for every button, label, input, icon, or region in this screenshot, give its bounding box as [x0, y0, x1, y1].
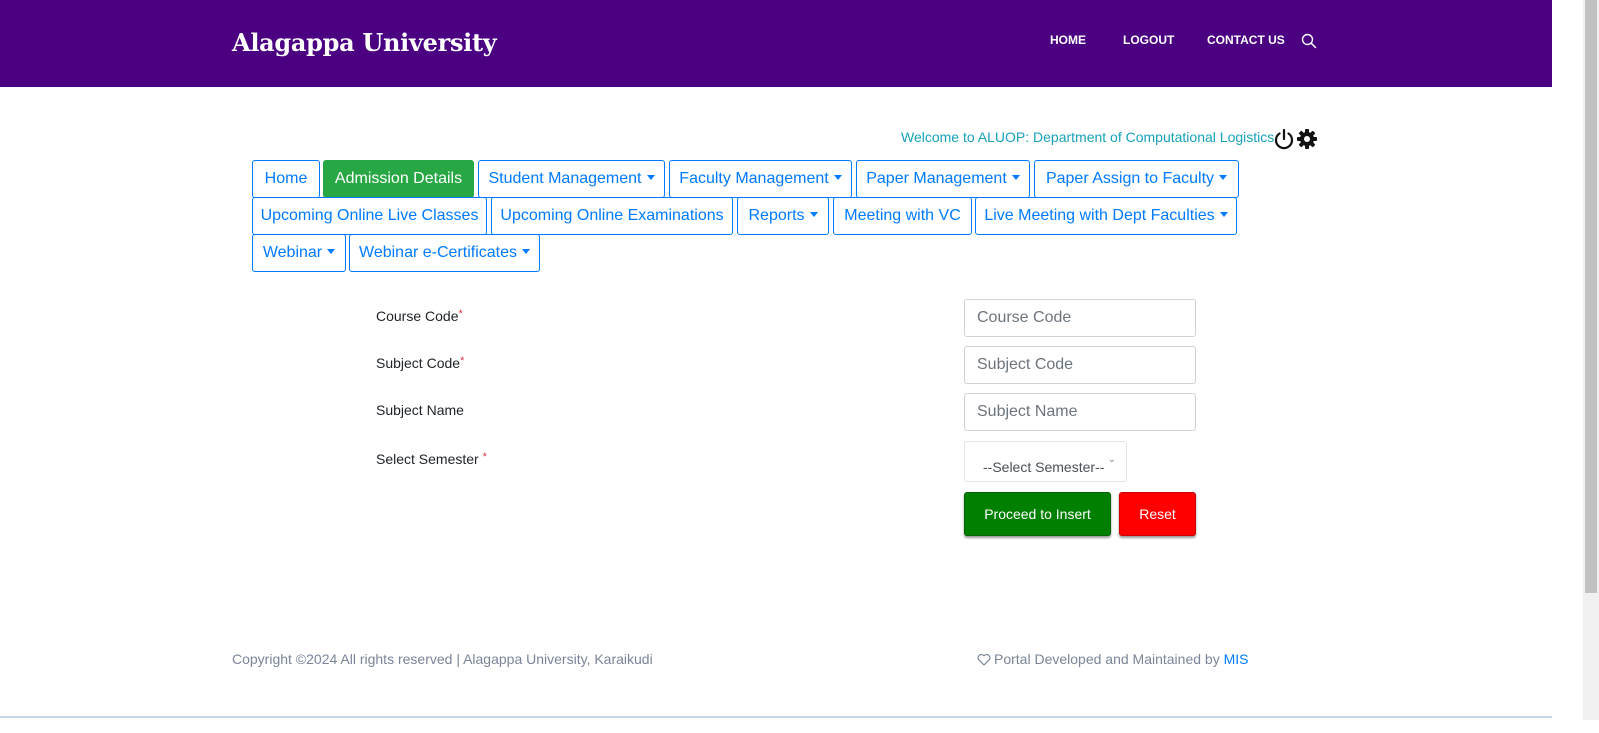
label-text: Course Code: [376, 308, 459, 324]
menu-label: Meeting with VC: [844, 207, 961, 224]
menu-label: Student Management: [488, 170, 642, 187]
caret-down-icon: [646, 175, 655, 180]
menu-reports-button[interactable]: Reports: [737, 197, 829, 235]
caret-down-icon: [1219, 212, 1228, 217]
menu-meeting-vc-button[interactable]: Meeting with VC: [833, 197, 972, 235]
menu-label: Paper Assign to Faculty: [1045, 170, 1215, 187]
semester-selected-value: --Select Semester--: [983, 459, 1105, 475]
mis-link[interactable]: MIS: [1224, 651, 1249, 667]
nav-home-link[interactable]: HOME: [1050, 33, 1086, 47]
semester-select[interactable]: --Select Semester-- ⌄: [964, 441, 1127, 482]
heart-icon: [977, 653, 991, 666]
welcome-message: Welcome to ALUOP: Department of Computat…: [901, 129, 1279, 145]
gear-icon[interactable]: [1296, 128, 1318, 150]
scrollbar-thumb[interactable]: [1585, 0, 1597, 593]
menu-admission-details-button[interactable]: Admission Details: [323, 160, 474, 198]
search-icon[interactable]: [1301, 33, 1317, 49]
menu-label: Reports: [748, 207, 805, 224]
developer-credit: Portal Developed and Maintained by MIS: [977, 651, 1248, 667]
reset-button[interactable]: Reset: [1119, 492, 1196, 536]
course-code-input[interactable]: [964, 299, 1196, 337]
caret-down-icon: [809, 212, 818, 217]
required-mark: *: [460, 355, 465, 367]
caret-down-icon: [327, 249, 336, 254]
menu-label: Upcoming Online Live Classes: [260, 207, 479, 224]
site-brand[interactable]: Alagappa University: [232, 28, 497, 57]
menu-paper-management-button[interactable]: Paper Management: [856, 160, 1030, 198]
menu-student-management-button[interactable]: Student Management: [478, 160, 665, 198]
menu-label: Webinar: [262, 244, 323, 261]
menu-label: Faculty Management: [679, 170, 829, 187]
required-mark: *: [458, 308, 463, 320]
proceed-insert-button[interactable]: Proceed to Insert: [964, 492, 1111, 536]
menu-online-exams-button[interactable]: Upcoming Online Examinations: [491, 197, 733, 235]
menu-label: Webinar e-Certificates: [359, 244, 517, 261]
menu-paper-assign-button[interactable]: Paper Assign to Faculty: [1034, 160, 1239, 198]
menu-webinar-button[interactable]: Webinar: [252, 234, 346, 272]
site-header: Alagappa University HOME LOGOUT CONTACT …: [0, 0, 1552, 87]
label-text: Select Semester: [376, 451, 479, 467]
menu-label: Live Meeting with Dept Faculties: [984, 207, 1215, 224]
menu-home-button[interactable]: Home: [252, 160, 320, 198]
semester-label: Select Semester *: [376, 451, 487, 467]
subject-code-label: Subject Code*: [376, 355, 464, 371]
required-mark: *: [482, 451, 487, 463]
menu-label: Upcoming Online Examinations: [500, 207, 724, 224]
menu-label: Admission Details: [334, 170, 463, 187]
caret-down-icon: [833, 175, 842, 180]
caret-down-icon: [1011, 175, 1020, 180]
menu-webinar-certificates-button[interactable]: Webinar e-Certificates: [349, 234, 540, 272]
subject-name-label: Subject Name: [376, 402, 464, 418]
label-text: Subject Code: [376, 355, 461, 371]
page-bottom-divider: [0, 716, 1552, 718]
menu-live-meeting-button[interactable]: Live Meeting with Dept Faculties: [975, 197, 1237, 235]
caret-down-icon: [521, 249, 530, 254]
menu-live-classes-button[interactable]: Upcoming Online Live Classes: [252, 197, 487, 235]
subject-name-input[interactable]: [964, 393, 1196, 431]
label-text: Subject Name: [376, 402, 464, 418]
subject-code-input[interactable]: [964, 346, 1196, 384]
menu-faculty-management-button[interactable]: Faculty Management: [669, 160, 852, 198]
menu-label: Paper Management: [866, 170, 1007, 187]
course-code-label: Course Code*: [376, 308, 463, 324]
menu-label: Home: [264, 170, 308, 187]
nav-logout-link[interactable]: LOGOUT: [1123, 33, 1174, 47]
power-icon[interactable]: [1273, 128, 1295, 150]
nav-contact-link[interactable]: CONTACT US: [1207, 33, 1285, 47]
developer-credit-text: Portal Developed and Maintained by: [994, 651, 1220, 667]
copyright-text: Copyright ©2024 All rights reserved | Al…: [232, 651, 653, 667]
caret-down-icon: [1219, 175, 1228, 180]
vertical-scrollbar[interactable]: [1583, 0, 1599, 720]
chevron-down-icon: ⌄: [1107, 454, 1116, 465]
